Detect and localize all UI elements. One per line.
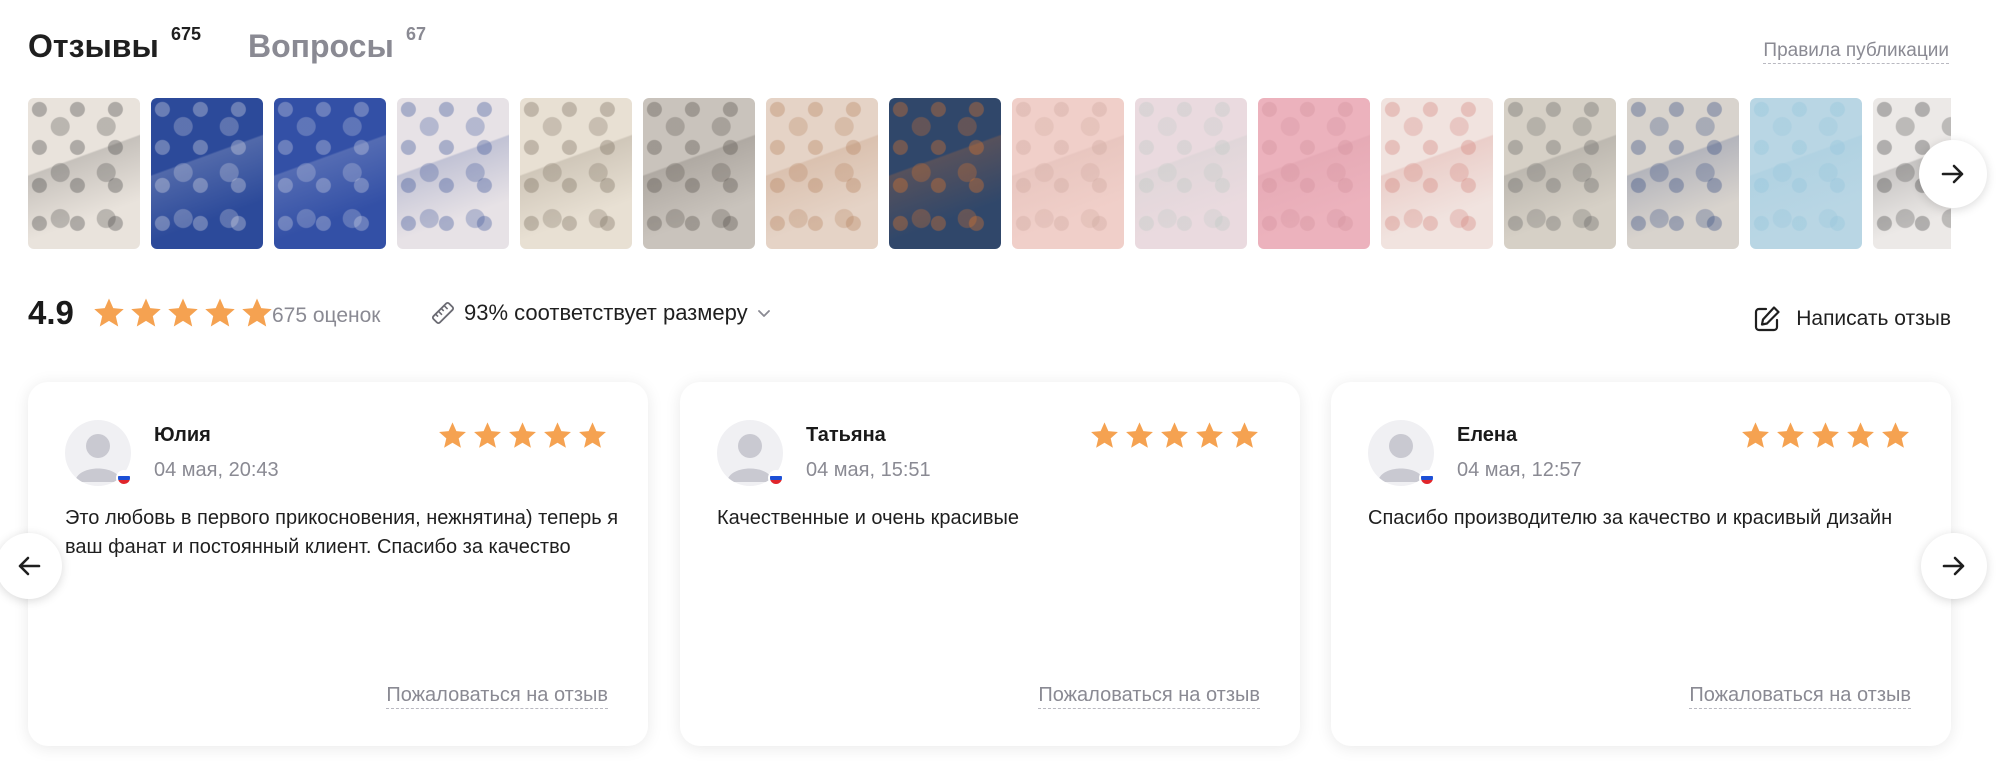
photo-blue-romper[interactable] (1750, 98, 1862, 249)
photos-next-button[interactable] (1919, 140, 1987, 208)
star-icon (579, 422, 606, 448)
star-icon (1742, 422, 1769, 448)
review-stars (1740, 420, 1911, 451)
star-icon (1812, 422, 1839, 448)
photo-baby-cookie-print[interactable] (766, 98, 878, 249)
photo-pink-fabric-hand[interactable] (1135, 98, 1247, 249)
star-icon (509, 422, 536, 448)
star-icon (242, 298, 272, 327)
photo-texture (1258, 98, 1370, 249)
star-icon (168, 298, 198, 327)
tab-reviews-label: Отзывы (28, 28, 159, 64)
review-card: Юлия 04 мая, 20:43 Это любовь в первого … (28, 382, 648, 746)
star-icon (1196, 422, 1223, 448)
photo-baby-jeans[interactable] (889, 98, 1001, 249)
reviews-next-button[interactable] (1921, 533, 1987, 599)
edit-icon (1755, 306, 1780, 332)
photo-texture (1135, 98, 1247, 249)
complain-link[interactable]: Пожаловаться на отзыв (386, 684, 608, 709)
photo-baby-print-romper[interactable] (520, 98, 632, 249)
photo-baby-navy-romper[interactable] (1627, 98, 1739, 249)
arrow-left-icon (18, 556, 41, 576)
chevron-down-icon (757, 310, 770, 317)
tab-questions-label: Вопросы (248, 28, 394, 64)
photo-texture (397, 98, 509, 249)
photo-texture (1504, 98, 1616, 249)
rating-value: 4.9 (28, 294, 74, 331)
publication-rules-link[interactable]: Правила публикации (1763, 40, 1949, 64)
review-card: Татьяна 04 мая, 15:51 Качественные и оче… (680, 382, 1300, 746)
russia-flag-icon (116, 470, 132, 486)
review-carousel: Юлия 04 мая, 20:43 Это любовь в первого … (28, 382, 1951, 746)
star-icon (1777, 422, 1804, 448)
photo-baby-crawling[interactable] (643, 98, 755, 249)
star-icon (1091, 422, 1118, 448)
photo-texture (643, 98, 755, 249)
photo-navy-romper-closeup[interactable] (274, 98, 386, 249)
photo-texture (520, 98, 632, 249)
complain-link[interactable]: Пожаловаться на отзыв (1038, 684, 1260, 709)
star-icon (205, 298, 235, 327)
review-date: 04 мая, 20:43 (154, 459, 279, 481)
star-icon (474, 422, 501, 448)
photo-baby-donut-print[interactable] (1381, 98, 1493, 249)
size-fit-dropdown[interactable]: 93% соответствует размеру (430, 300, 772, 326)
photo-texture (1012, 98, 1124, 249)
review-stars (437, 420, 608, 451)
star-icon (94, 298, 124, 327)
photo-texture (889, 98, 1001, 249)
star-icon (439, 422, 466, 448)
review-card: Елена 04 мая, 12:57 Спасибо производител… (1331, 382, 1951, 746)
photo-texture (1627, 98, 1739, 249)
photo-pink-button[interactable] (1258, 98, 1370, 249)
tab-questions[interactable]: Вопросы 67 (248, 22, 426, 70)
reviewer-name: Елена (1457, 424, 1518, 446)
rating-count: 675 оценок (272, 304, 381, 327)
review-photo-strip (28, 98, 1951, 249)
photo-navy-romper-folded[interactable] (397, 98, 509, 249)
write-review-button[interactable]: Написать отзыв (1752, 304, 1951, 334)
size-fit-label: 93% соответствует размеру (464, 300, 748, 325)
photo-texture (766, 98, 878, 249)
rating-summary: 4.9 675 оценок 93% соответствует размеру… (28, 290, 1951, 338)
photo-texture (1381, 98, 1493, 249)
arrow-right-icon (1941, 164, 1964, 184)
reviewer-name: Татьяна (806, 424, 886, 446)
ruler-icon (431, 301, 455, 325)
reviewer-name: Юлия (154, 424, 211, 446)
review-date: 04 мая, 12:57 (1457, 459, 1582, 481)
arrow-right-icon (1942, 556, 1965, 576)
photo-texture (28, 98, 140, 249)
star-icon (1231, 422, 1258, 448)
review-text: Спасибо производителю за качество и крас… (1368, 507, 1893, 529)
star-icon (544, 422, 571, 448)
tab-reviews-count: 675 (171, 24, 202, 44)
star-icon (1126, 422, 1153, 448)
tab-questions-count: 67 (406, 24, 427, 44)
write-review-label: Написать отзыв (1796, 307, 1951, 330)
photo-texture (274, 98, 386, 249)
review-text: Качественные и очень красивые (717, 507, 1019, 529)
photo-texture (151, 98, 263, 249)
rating-stars (92, 296, 274, 330)
tab-reviews[interactable]: Отзывы 675 (28, 22, 201, 70)
review-stars (1089, 420, 1260, 451)
star-icon (1882, 422, 1909, 448)
russia-flag-icon (1419, 470, 1435, 486)
review-text: Это любовь в первого прикосновения, нежн… (65, 507, 619, 558)
photo-pink-snaps[interactable] (1012, 98, 1124, 249)
russia-flag-icon (768, 470, 784, 486)
photo-white-bodysuit-panda[interactable] (28, 98, 140, 249)
photo-navy-romper[interactable] (151, 98, 263, 249)
photo-baby-grey-print[interactable] (1504, 98, 1616, 249)
photo-texture (1750, 98, 1862, 249)
star-icon (1847, 422, 1874, 448)
complain-link[interactable]: Пожаловаться на отзыв (1689, 684, 1911, 709)
review-date: 04 мая, 15:51 (806, 459, 931, 481)
star-icon (131, 298, 161, 327)
star-icon (1161, 422, 1188, 448)
